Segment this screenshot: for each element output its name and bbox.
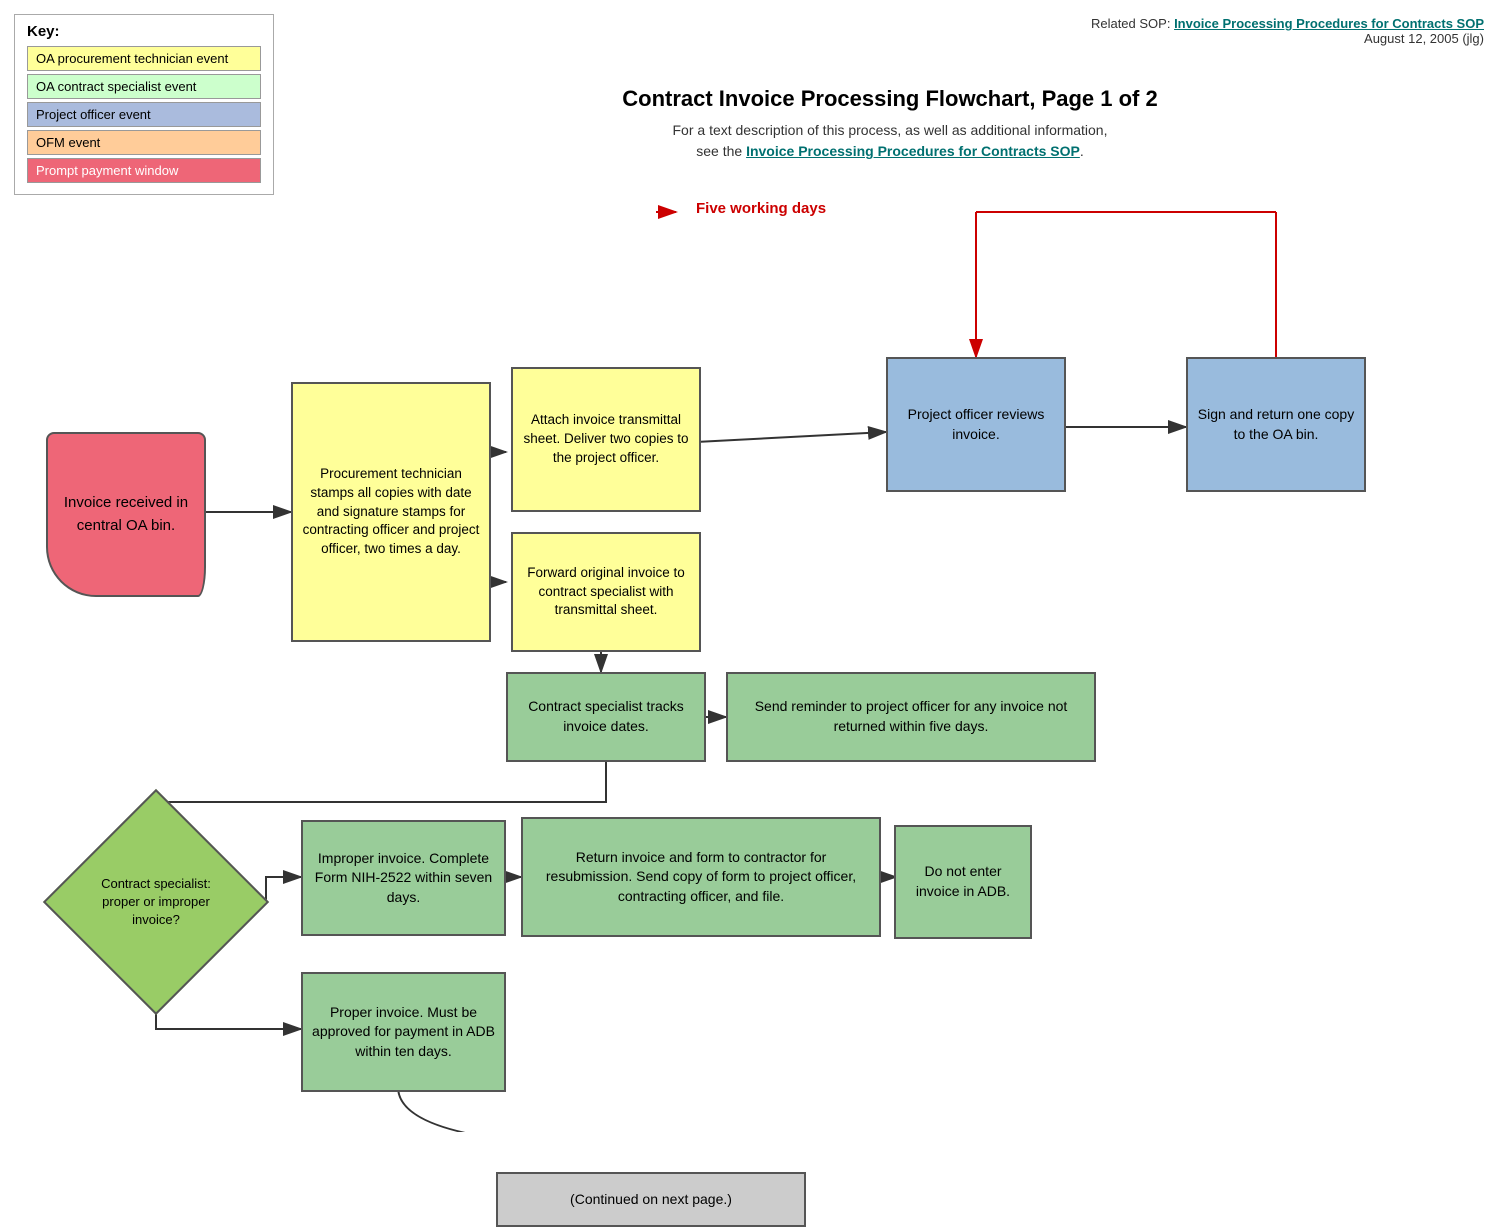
invoice-received-box: Invoice received in central OA bin. <box>46 432 206 597</box>
forward-original-text: Forward original invoice to contract spe… <box>521 564 691 621</box>
sign-return-box: Sign and return one copy to the OA bin. <box>1186 357 1366 492</box>
send-reminder-box: Send reminder to project officer for any… <box>726 672 1096 762</box>
key-item-0: OA procurement technician event <box>27 46 261 71</box>
attach-transmittal-text: Attach invoice transmittal sheet. Delive… <box>521 411 691 468</box>
diamond-container: Contract specialist: proper or improper … <box>76 822 236 982</box>
do-not-enter-box: Do not enter invoice in ADB. <box>894 825 1032 939</box>
return-invoice-box: Return invoice and form to contractor fo… <box>521 817 881 937</box>
attach-transmittal-box: Attach invoice transmittal sheet. Delive… <box>511 367 701 512</box>
project-officer-reviews-box: Project officer reviews invoice. <box>886 357 1066 492</box>
key-item-2: Project officer event <box>27 102 261 127</box>
contract-specialist-tracks-box: Contract specialist tracks invoice dates… <box>506 672 706 762</box>
subtitle-line2-post: . <box>1080 143 1084 159</box>
header-right: Related SOP: Invoice Processing Procedur… <box>1091 16 1484 46</box>
subtitle-link[interactable]: Invoice Processing Procedures for Contra… <box>746 143 1080 159</box>
related-sop-line: Related SOP: Invoice Processing Procedur… <box>1091 16 1484 31</box>
main-title: Contract Invoice Processing Flowchart, P… <box>296 86 1484 112</box>
key-item-3: OFM event <box>27 130 261 155</box>
title-area: Contract Invoice Processing Flowchart, P… <box>296 86 1484 162</box>
header-date: August 12, 2005 (jlg) <box>1091 31 1484 46</box>
improper-invoice-box: Improper invoice. Complete Form NIH-2522… <box>301 820 506 936</box>
key-item-1: OA contract specialist event <box>27 74 261 99</box>
flowchart: Five working days <box>16 182 1476 1132</box>
key-item-4: Prompt payment window <box>27 158 261 183</box>
key-box: Key: OA procurement technician event OA … <box>14 14 274 195</box>
contract-specialist-tracks-text: Contract specialist tracks invoice dates… <box>516 697 696 736</box>
subtitle-line2-pre: see the <box>696 143 746 159</box>
related-sop-link[interactable]: Invoice Processing Procedures for Contra… <box>1174 16 1484 31</box>
key-title: Key: <box>27 23 261 40</box>
flowchart-arrows <box>16 182 1476 1132</box>
invoice-received-text: Invoice received in central OA bin. <box>56 492 196 537</box>
five-days-text: Five working days <box>696 200 826 217</box>
project-officer-reviews-text: Project officer reviews invoice. <box>896 405 1056 444</box>
proper-invoice-text: Proper invoice. Must be approved for pay… <box>311 1003 496 1062</box>
proper-invoice-box: Proper invoice. Must be approved for pay… <box>301 972 506 1092</box>
page: Related SOP: Invoice Processing Procedur… <box>0 0 1500 1148</box>
procurement-tech-box: Procurement technician stamps all copies… <box>291 382 491 642</box>
do-not-enter-text: Do not enter invoice in ADB. <box>904 862 1022 901</box>
forward-original-box: Forward original invoice to contract spe… <box>511 532 701 652</box>
sign-return-text: Sign and return one copy to the OA bin. <box>1196 405 1356 444</box>
five-days-label: Five working days <box>696 200 826 217</box>
subtitle-line1: For a text description of this process, … <box>673 122 1108 138</box>
diamond-text: Contract specialist: proper or improper … <box>76 822 236 982</box>
improper-invoice-text: Improper invoice. Complete Form NIH-2522… <box>311 849 496 908</box>
procurement-tech-text: Procurement technician stamps all copies… <box>301 465 481 559</box>
send-reminder-text: Send reminder to project officer for any… <box>736 697 1086 736</box>
continued-text: (Continued on next page.) <box>570 1190 732 1210</box>
related-sop-prefix: Related SOP: <box>1091 16 1174 31</box>
continued-box: (Continued on next page.) <box>496 1172 806 1227</box>
return-invoice-text: Return invoice and form to contractor fo… <box>531 848 871 907</box>
subtitle: For a text description of this process, … <box>296 120 1484 162</box>
proper-improper-text: Contract specialist: proper or improper … <box>96 875 216 930</box>
